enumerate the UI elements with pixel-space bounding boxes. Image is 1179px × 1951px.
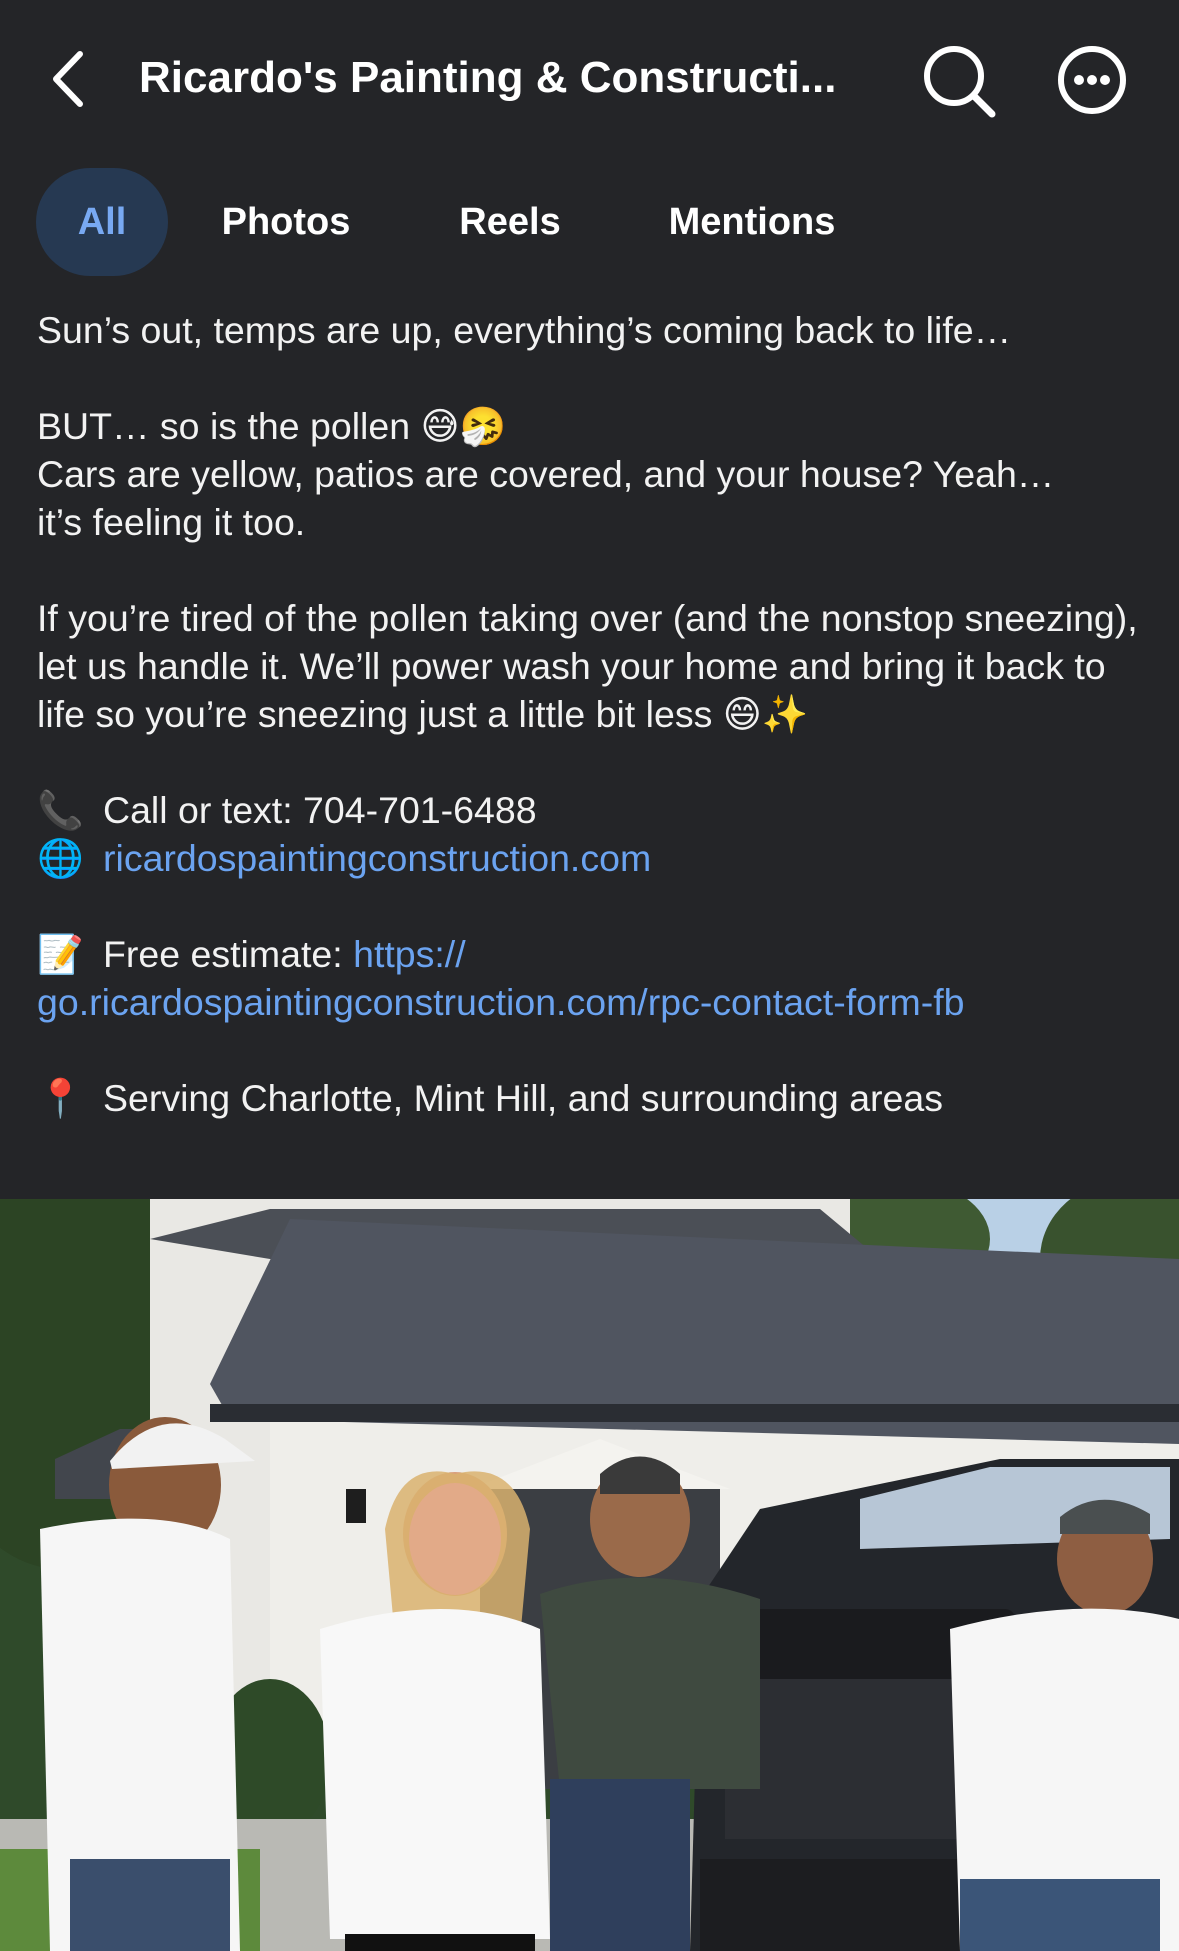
smile-sparkles-emoji: 😄✨	[722, 692, 809, 736]
more-options-button[interactable]	[1050, 38, 1134, 122]
sweat-smile-sneeze-emoji: 😅🤧	[420, 404, 507, 448]
back-button[interactable]	[36, 36, 106, 122]
search-icon	[924, 46, 996, 118]
chevron-left-icon	[53, 51, 83, 107]
search-button[interactable]	[916, 38, 1000, 122]
location-line: 📍 Serving Charlotte, Mint Hill, and surro…	[37, 1074, 1147, 1122]
estimate-label: Free estimate:	[103, 933, 354, 975]
memo-icon: 📝	[37, 932, 84, 976]
tab-mentions[interactable]: Mentions	[652, 168, 852, 276]
website-link[interactable]: ricardospaintingconstruction.com	[103, 837, 651, 879]
post-line: it’s feeling it too.	[37, 501, 306, 543]
more-horizontal-icon	[1058, 46, 1126, 114]
pin-icon: 📍	[37, 1076, 84, 1120]
post-line: BUT… so is the pollen 😅🤧	[37, 402, 1147, 450]
post-body: Sun’s out, temps are up, everything’s co…	[37, 306, 1147, 1122]
post-line: Sun’s out, temps are up, everything’s co…	[37, 309, 1012, 351]
serving-text: Serving Charlotte, Mint Hill, and surrou…	[103, 1077, 943, 1119]
estimate-line: 📝 Free estimate: https://	[37, 930, 1147, 978]
estimate-link[interactable]: go.ricardospaintingconstruction.com/rpc-…	[37, 981, 964, 1023]
tab-reels[interactable]: Reels	[446, 168, 574, 276]
post-paragraph: If you’re tired of the pollen taking ove…	[37, 594, 1147, 738]
phone-text: Call or text: 704-701-6488	[103, 789, 537, 831]
tab-photos[interactable]: Photos	[200, 168, 372, 276]
post-line: Cars are yellow, patios are covered, and…	[37, 453, 1055, 495]
page-title: Ricardo's Painting & Constructi...	[139, 53, 837, 102]
tab-all[interactable]: All	[36, 168, 168, 276]
globe-icon: 🌐	[37, 836, 84, 880]
filter-tabs: All Photos Reels Mentions	[36, 168, 1136, 276]
website-line: 🌐 ricardospaintingconstruction.com	[37, 834, 1147, 882]
post-text: If you’re tired of the pollen taking ove…	[37, 597, 1138, 735]
phone-icon: 📞	[37, 788, 84, 832]
post-text: BUT… so is the pollen	[37, 405, 421, 447]
post-photo[interactable]	[0, 1199, 1179, 1951]
estimate-link[interactable]: https://	[353, 933, 466, 975]
phone-line: 📞 Call or text: 704-701-6488	[37, 786, 1147, 834]
top-bar: Ricardo's Painting & Constructi...	[0, 0, 1179, 160]
estimate-line-2: go.ricardospaintingconstruction.com/rpc-…	[37, 978, 1147, 1026]
